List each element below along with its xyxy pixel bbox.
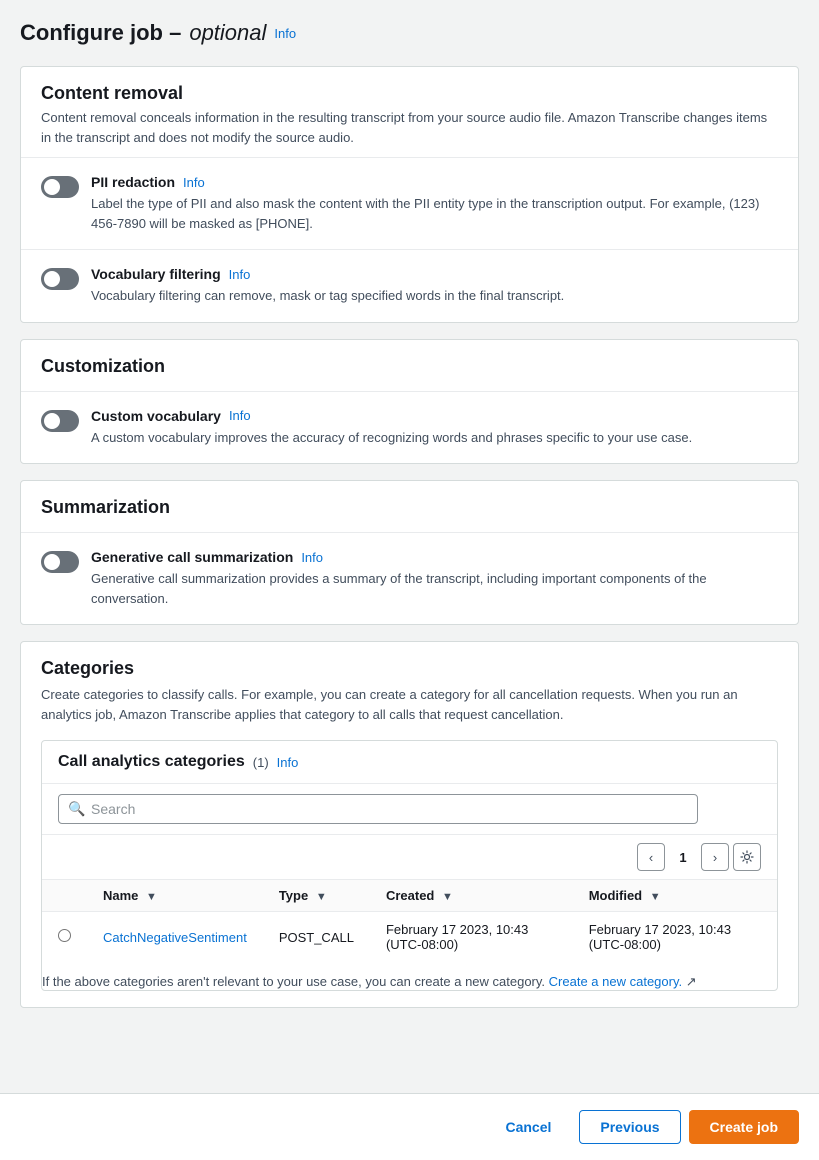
page-info-link[interactable]: Info	[274, 26, 296, 41]
generative-call-info-link[interactable]: Info	[301, 550, 323, 565]
call-analytics-info-link[interactable]: Info	[277, 755, 299, 770]
generative-call-slider	[41, 551, 79, 573]
col-created[interactable]: Created ▼	[370, 880, 573, 912]
col-modified[interactable]: Modified ▼	[573, 880, 777, 912]
previous-button[interactable]: Previous	[579, 1110, 680, 1144]
row-modified: February 17 2023, 10:43 (UTC-08:00)	[573, 912, 777, 963]
row-created: February 17 2023, 10:43 (UTC-08:00)	[370, 912, 573, 963]
generative-call-desc: Generative call summarization provides a…	[91, 569, 778, 608]
call-analytics-count: (1)	[253, 755, 269, 770]
cancel-button[interactable]: Cancel	[485, 1110, 571, 1144]
summarization-heading: Summarization	[41, 497, 778, 518]
categories-table: Name ▼ Type ▼ Created ▼ Modified ▼ Catch…	[42, 880, 777, 962]
custom-vocabulary-row: Custom vocabulary Info A custom vocabula…	[21, 392, 798, 464]
search-wrapper: 🔍	[58, 794, 698, 824]
category-footer: If the above categories aren't relevant …	[42, 962, 777, 990]
table-header-row: Name ▼ Type ▼ Created ▼ Modified ▼	[42, 880, 777, 912]
pii-redaction-info-link[interactable]: Info	[183, 175, 205, 190]
custom-vocabulary-desc: A custom vocabulary improves the accurac…	[91, 428, 692, 448]
table-settings-button[interactable]	[733, 843, 761, 871]
row-type: POST_CALL	[263, 912, 370, 963]
generative-call-row: Generative call summarization Info Gener…	[21, 533, 798, 624]
vocabulary-filtering-info-link[interactable]: Info	[229, 267, 251, 282]
col-type[interactable]: Type ▼	[263, 880, 370, 912]
gear-icon	[740, 850, 754, 864]
custom-vocabulary-toggle[interactable]	[41, 410, 79, 432]
create-job-button[interactable]: Create job	[689, 1110, 799, 1144]
custom-vocabulary-slider	[41, 410, 79, 432]
generative-call-label: Generative call summarization	[91, 549, 293, 565]
pii-redaction-slider	[41, 176, 79, 198]
content-removal-heading: Content removal	[41, 83, 778, 104]
modified-sort-icon: ▼	[650, 891, 661, 903]
customization-card: Customization Custom vocabulary Info A c…	[20, 339, 799, 465]
pii-redaction-desc: Label the type of PII and also mask the …	[91, 194, 778, 233]
generative-call-toggle[interactable]	[41, 551, 79, 573]
vocabulary-filtering-toggle[interactable]	[41, 268, 79, 290]
custom-vocabulary-info-link[interactable]: Info	[229, 408, 251, 423]
current-page: 1	[669, 843, 697, 871]
vocabulary-filtering-desc: Vocabulary filtering can remove, mask or…	[91, 286, 564, 306]
row-radio-cell[interactable]	[42, 912, 87, 963]
summarization-card: Summarization Generative call summarizat…	[20, 480, 799, 625]
customization-heading: Customization	[41, 356, 778, 377]
content-removal-desc: Content removal conceals information in …	[41, 108, 778, 147]
categories-desc: Create categories to classify calls. For…	[41, 685, 778, 724]
footer-bar: Cancel Previous Create job	[0, 1093, 819, 1160]
table-row: CatchNegativeSentiment POST_CALL Februar…	[42, 912, 777, 963]
categories-heading: Categories	[41, 658, 778, 679]
type-sort-icon: ▼	[316, 891, 327, 903]
call-analytics-heading: Call analytics categories	[58, 753, 245, 771]
page-title: Configure job – optional Info	[20, 20, 799, 46]
search-input[interactable]	[58, 794, 698, 824]
name-sort-icon: ▼	[146, 891, 157, 903]
pii-redaction-label: PII redaction	[91, 174, 175, 190]
external-link-icon: ↗	[686, 974, 697, 989]
pii-redaction-row: PII redaction Info Label the type of PII…	[21, 158, 798, 250]
customization-header: Customization	[21, 340, 798, 392]
categories-card: Categories Create categories to classify…	[20, 641, 799, 1008]
create-new-category-link[interactable]: Create a new category.	[549, 974, 682, 989]
col-select	[42, 880, 87, 912]
row-name[interactable]: CatchNegativeSentiment	[87, 912, 263, 963]
col-name[interactable]: Name ▼	[87, 880, 263, 912]
created-sort-icon: ▼	[442, 891, 453, 903]
category-footer-text: If the above categories aren't relevant …	[42, 974, 545, 989]
search-icon: 🔍	[68, 801, 85, 818]
content-removal-header: Content removal Content removal conceals…	[21, 67, 798, 158]
vocabulary-filtering-label: Vocabulary filtering	[91, 266, 221, 282]
vocabulary-filtering-row: Vocabulary filtering Info Vocabulary fil…	[21, 250, 798, 322]
pagination-row: ‹ 1 ›	[42, 835, 777, 880]
content-removal-card: Content removal Content removal conceals…	[20, 66, 799, 323]
row-radio[interactable]	[58, 929, 71, 942]
custom-vocabulary-label: Custom vocabulary	[91, 408, 221, 424]
prev-page-button[interactable]: ‹	[637, 843, 665, 871]
call-analytics-header: Call analytics categories (1) Info	[42, 741, 777, 784]
call-analytics-inner-card: Call analytics categories (1) Info 🔍 ‹ 1…	[41, 740, 778, 991]
pii-redaction-toggle[interactable]	[41, 176, 79, 198]
search-bar: 🔍	[42, 784, 777, 835]
summarization-header: Summarization	[21, 481, 798, 533]
vocabulary-filtering-slider	[41, 268, 79, 290]
next-page-button[interactable]: ›	[701, 843, 729, 871]
